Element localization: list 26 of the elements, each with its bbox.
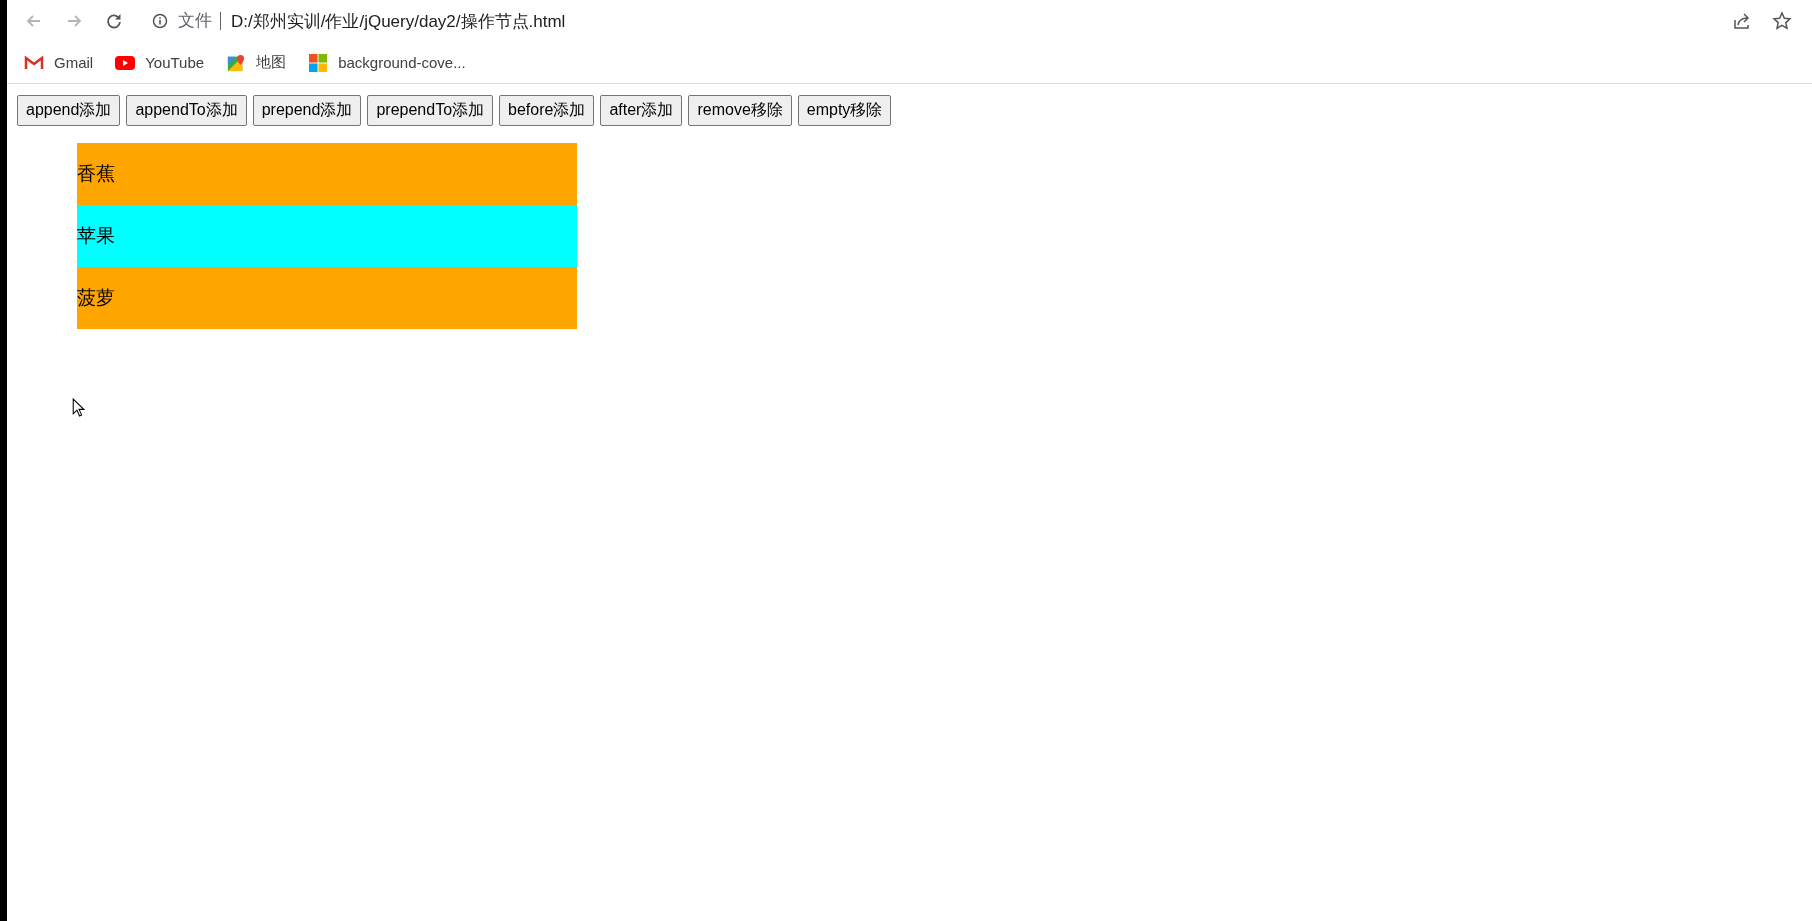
bookmark-link[interactable]: Gmail [54, 54, 94, 71]
share-icon[interactable] [1732, 11, 1752, 31]
action-button[interactable]: before添加 [499, 95, 595, 126]
action-button[interactable]: after添加 [600, 95, 683, 126]
action-button[interactable]: prepend添加 [252, 95, 362, 126]
action-button[interactable]: appendTo添加 [126, 95, 247, 126]
bookmark-link[interactable]: background-cove... [338, 54, 466, 71]
bookmark-link[interactable]: 地图 [256, 53, 287, 72]
bookmark-link[interactable]: YouTube [145, 54, 205, 71]
list-item: 香蕉 [77, 143, 577, 205]
security-label: 文件 [178, 12, 221, 30]
list-item: 菠萝 [77, 267, 577, 329]
mouse-pointer-icon [72, 398, 85, 417]
info-icon[interactable] [152, 13, 168, 29]
star-icon[interactable] [1772, 11, 1792, 31]
mail-icon [24, 53, 44, 72]
map-pin-icon [226, 53, 247, 72]
address-text[interactable]: D:/郑州实训/作业/jQuery/day2/操作节点.html [231, 9, 566, 33]
play-icon [115, 53, 136, 72]
list-item: 苹果 [77, 205, 577, 267]
action-button[interactable]: append添加 [17, 95, 121, 126]
action-button[interactable]: empty移除 [797, 95, 892, 126]
action-button[interactable]: prependTo添加 [367, 95, 494, 126]
action-button[interactable]: remove移除 [688, 95, 792, 126]
four-squares-icon [308, 53, 329, 72]
reload-icon[interactable] [104, 11, 124, 31]
